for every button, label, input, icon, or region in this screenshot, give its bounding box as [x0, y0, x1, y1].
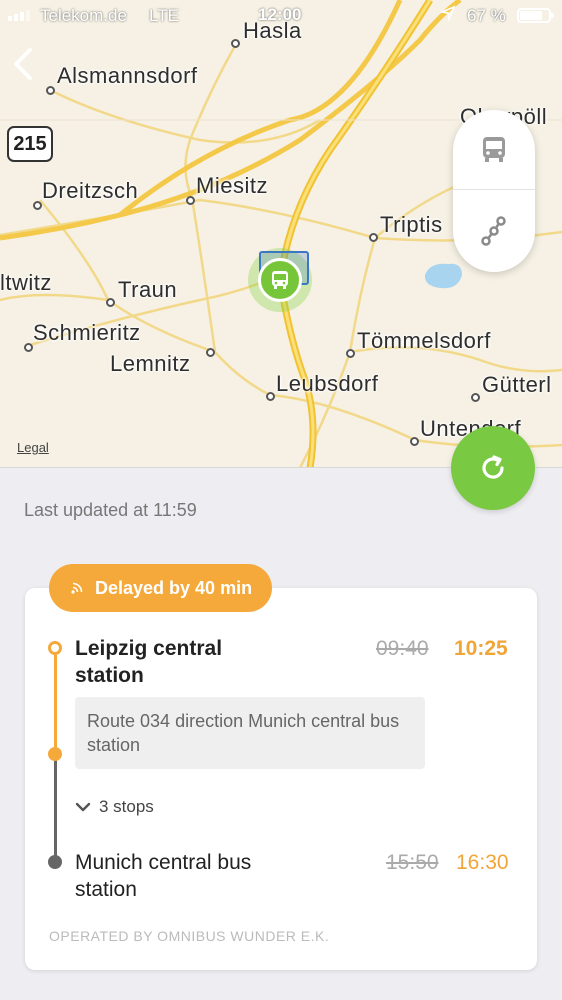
place-dot: [46, 86, 55, 95]
place-dot: [231, 39, 240, 48]
bus-icon: [258, 258, 302, 302]
place-dot: [410, 437, 419, 446]
place-dot: [186, 196, 195, 205]
place-label: Dreitzsch: [42, 178, 139, 203]
place-dot: [266, 392, 275, 401]
status-bar: Telekom.de LTE 12:00 67 %: [0, 0, 562, 30]
clock: 12:00: [258, 5, 302, 24]
place-dot: [106, 298, 115, 307]
origin-scheduled-time: 09:40: [376, 637, 429, 660]
timeline-line-remaining: [54, 760, 57, 860]
chevron-down-icon: [75, 802, 91, 812]
timeline-line-traveled: [54, 655, 57, 755]
stops-count: 3 stops: [99, 797, 154, 816]
back-button[interactable]: [10, 46, 40, 82]
route-info: Route 034 direction Munich central bus s…: [75, 697, 425, 769]
map-controls: [453, 110, 535, 272]
delay-badge: Delayed by 40 min: [49, 564, 273, 612]
place-label: Tömmelsdorf: [357, 328, 491, 353]
current-position-dot: [48, 747, 62, 761]
place-label: Schmieritz: [33, 320, 141, 345]
battery-icon: [517, 8, 554, 23]
place-label: Alsmannsdorf: [57, 63, 198, 88]
bus-icon: [483, 136, 505, 162]
place-label: ltwitz: [0, 270, 52, 295]
legal-link[interactable]: Legal: [17, 440, 49, 455]
carrier-name: Telekom.de: [40, 6, 127, 25]
place-dot: [369, 233, 378, 242]
place-dot: [33, 201, 42, 210]
delay-text: Delayed by 40 min: [95, 577, 253, 598]
place-label: Gütterl: [482, 372, 552, 397]
bus-location-marker[interactable]: [248, 248, 312, 312]
back-icon: [14, 48, 32, 80]
live-signal-icon: [71, 582, 83, 594]
origin-actual-time: 10:25: [454, 637, 508, 660]
last-updated-text: Last updated at 11:59: [24, 500, 197, 520]
location-arrow-icon: [439, 5, 456, 26]
refresh-button[interactable]: [451, 426, 535, 510]
destination-scheduled-time: 15:50: [386, 851, 439, 874]
network-type: LTE: [149, 6, 179, 25]
destination-stop-name: Munich central bus station: [75, 851, 252, 901]
bus-view-button[interactable]: [453, 110, 535, 190]
route-view-button[interactable]: [453, 191, 535, 271]
origin-stop-name: Leipzig central station: [75, 637, 223, 687]
destination-actual-time: 16:30: [456, 851, 509, 874]
operator-text: OPERATED BY OMNIBUS WUNDER E.K.: [49, 928, 330, 944]
place-label: Triptis: [380, 212, 443, 237]
road-shield: 215: [7, 126, 53, 162]
place-dot: [471, 393, 480, 402]
place-dot: [206, 348, 215, 357]
stops-toggle[interactable]: 3 stops: [75, 797, 154, 817]
place-dot: [346, 349, 355, 358]
destination-dot: [48, 855, 62, 869]
place-dot: [24, 343, 33, 352]
signal-icon: [8, 10, 30, 21]
battery-percent: 67 %: [467, 6, 506, 25]
origin-dot: [48, 641, 62, 655]
place-label: Leubsdorf: [276, 371, 379, 396]
route-icon: [481, 216, 506, 246]
place-label: Miesitz: [196, 173, 268, 198]
place-label: Traun: [118, 277, 178, 302]
refresh-icon: [482, 455, 504, 479]
place-label: Lemnitz: [110, 351, 191, 376]
